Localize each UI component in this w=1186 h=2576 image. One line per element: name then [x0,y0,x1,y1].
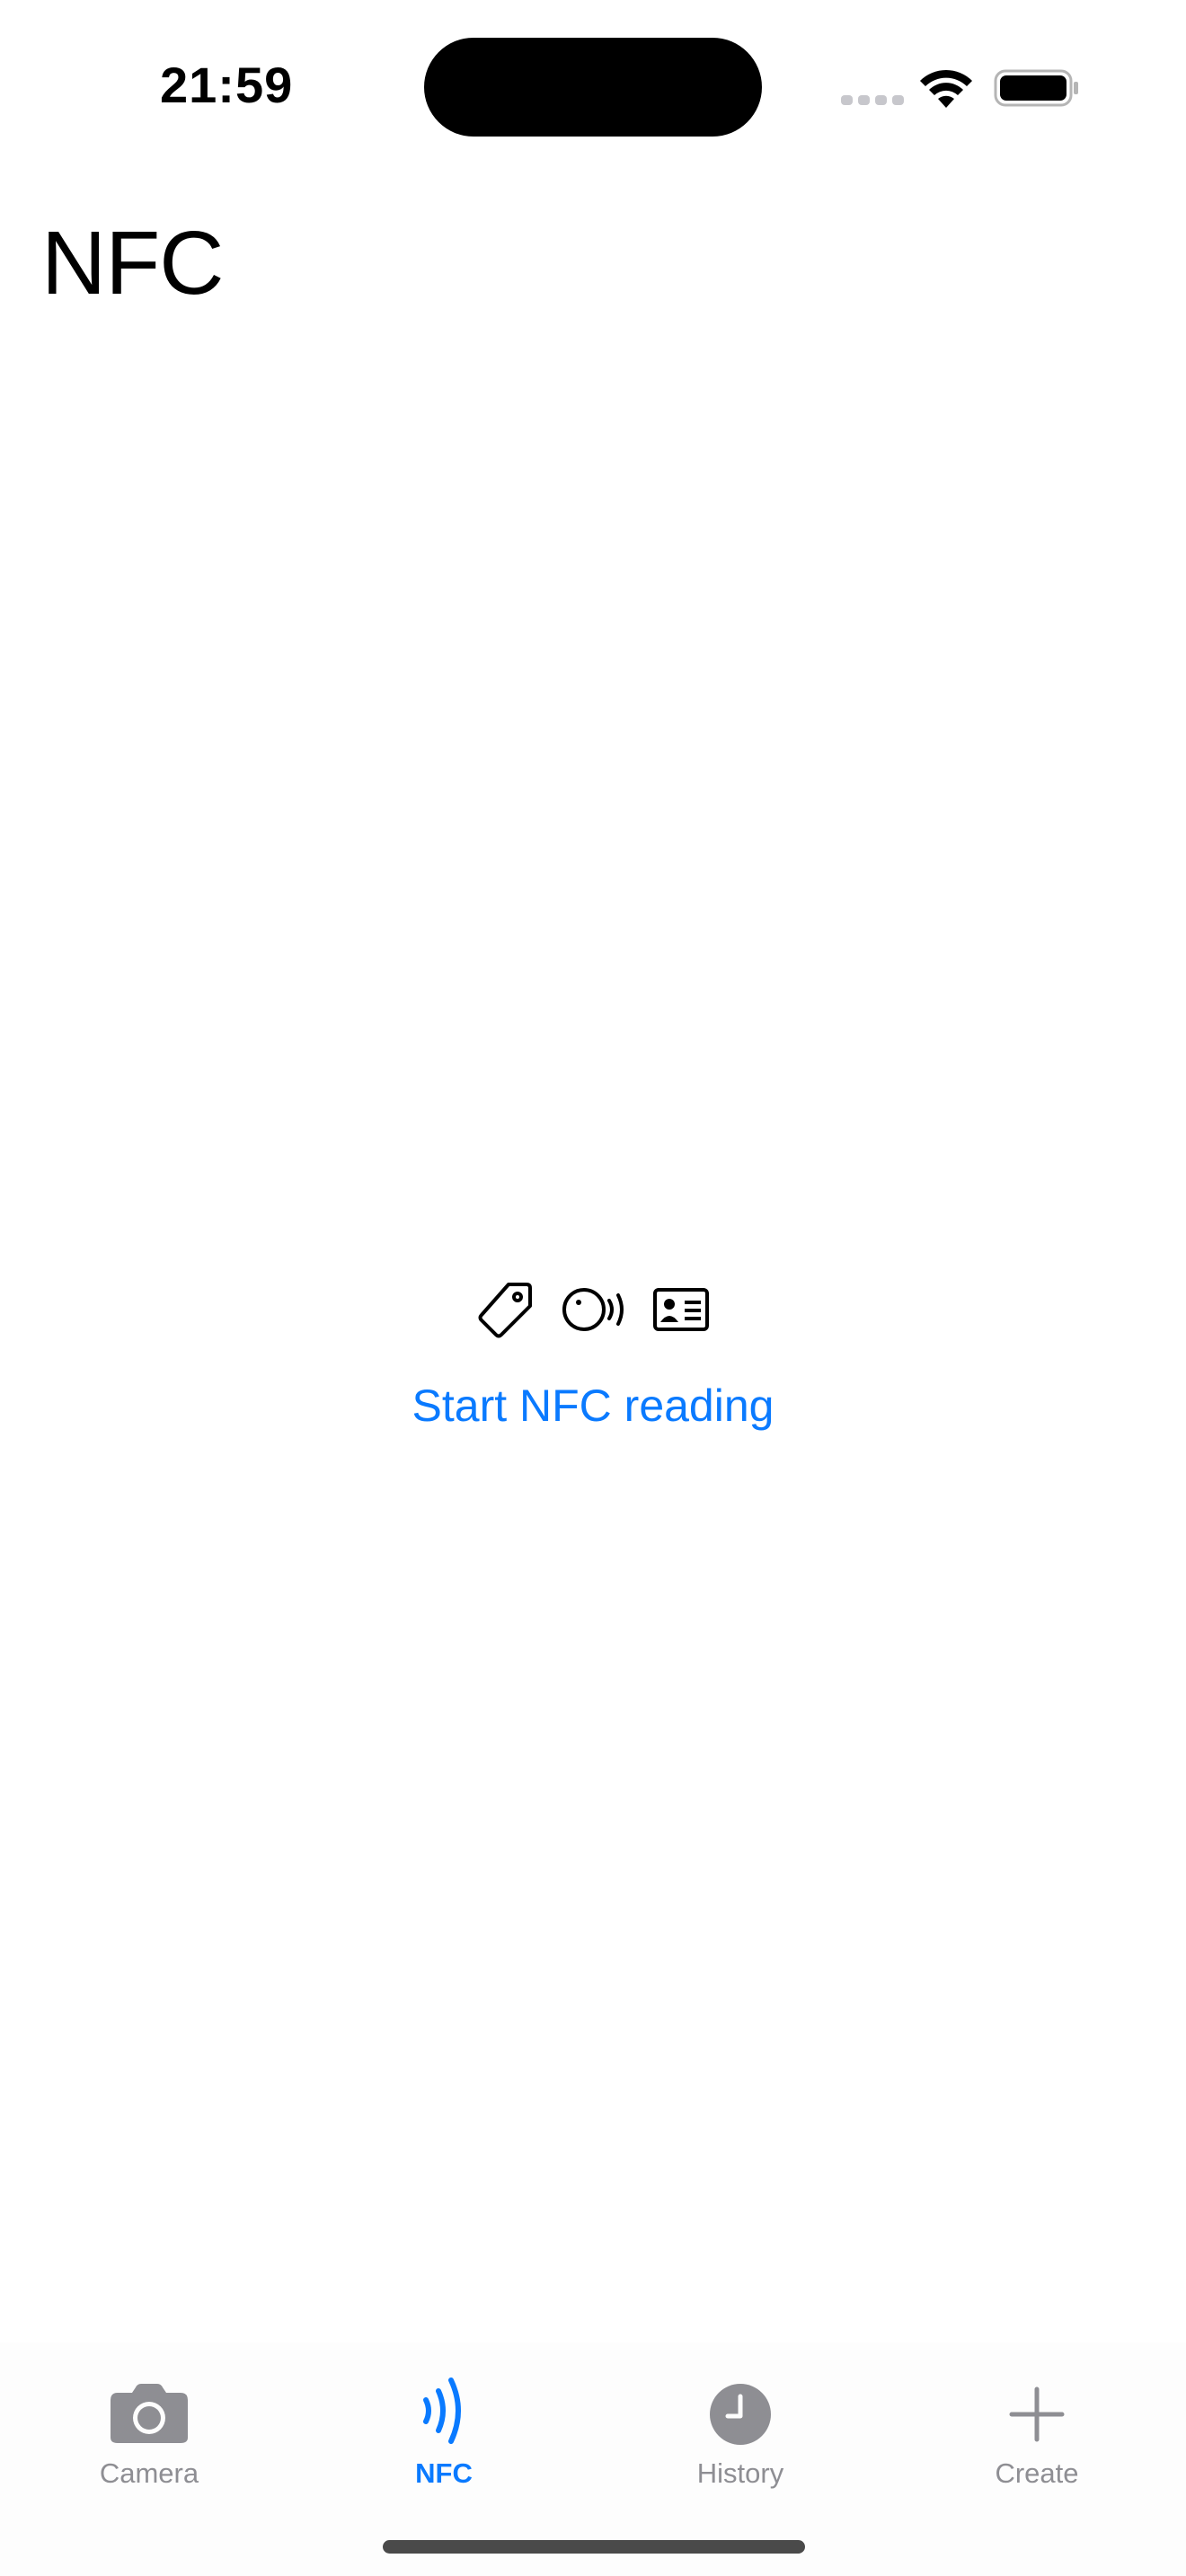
start-nfc-reading-button[interactable]: Start NFC reading [0,1380,1186,1432]
tab-label: Create [995,2457,1079,2489]
tab-camera[interactable]: Camera [50,2360,248,2504]
clock-icon [710,2384,771,2445]
wifi-icon [920,69,972,108]
tab-create[interactable]: Create [938,2360,1136,2504]
tab-label: History [696,2457,784,2489]
cellular-signal-icon [841,95,904,105]
tab-history[interactable]: History [642,2360,839,2504]
plus-icon [1009,2386,1065,2442]
nfc-reader-icon [562,1288,624,1331]
home-indicator[interactable] [383,2540,805,2554]
tab-nfc[interactable]: NFC [345,2360,543,2504]
battery-icon [994,69,1078,107]
tag-icon [478,1283,532,1338]
page-title: NFC [41,213,225,313]
tab-label: Camera [99,2457,199,2489]
status-bar: 21:59 [0,0,1186,171]
status-time: 21:59 [160,57,294,113]
tab-label: NFC [415,2457,473,2489]
camera-icon [111,2384,188,2443]
id-card-icon [653,1288,709,1331]
dynamic-island [424,38,762,137]
nfc-type-icons [476,1277,710,1342]
nfc-icon [423,2378,461,2444]
